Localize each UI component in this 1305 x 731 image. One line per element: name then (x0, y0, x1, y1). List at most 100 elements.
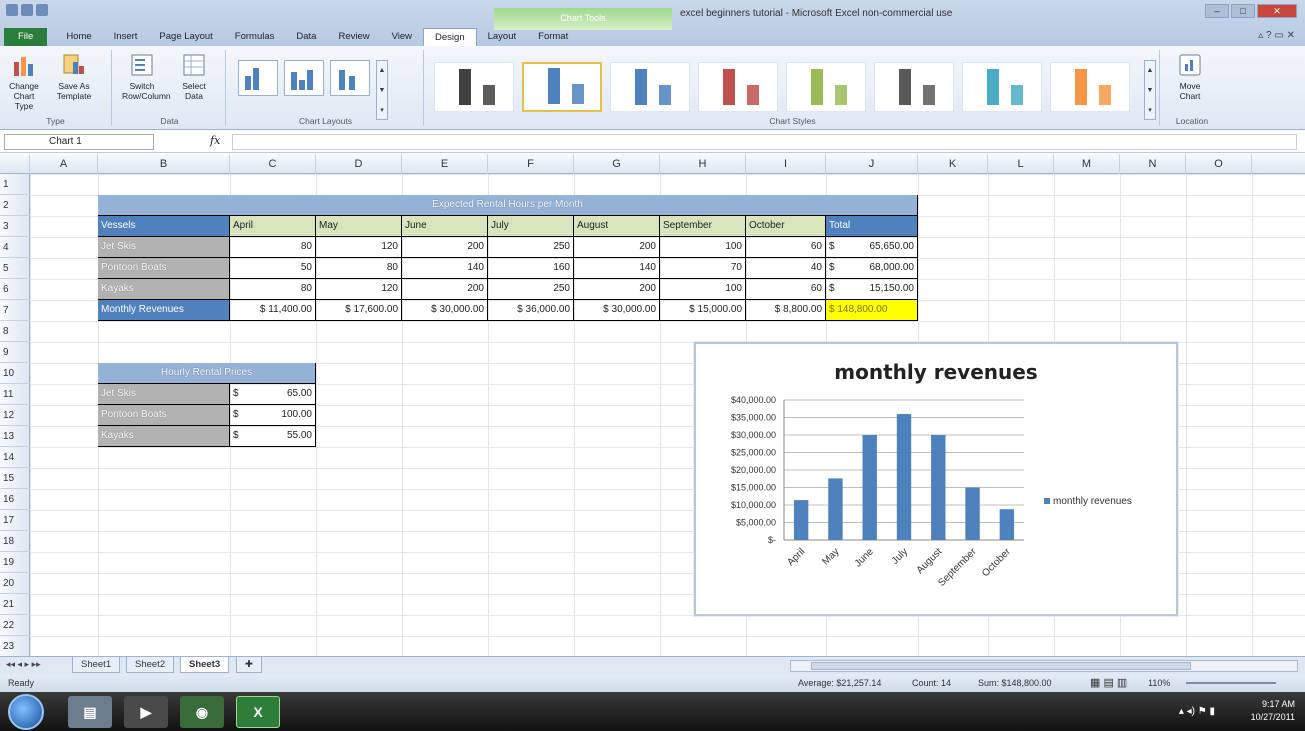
move-chart-button[interactable]: Move Chart (1170, 52, 1210, 101)
tab-home[interactable]: Home (55, 28, 102, 46)
system-tray[interactable]: ▴ ◂) ⚑ ▮ (1179, 706, 1215, 717)
tab-review[interactable]: Review (327, 28, 380, 46)
revenue-cell[interactable]: $ 36,000.00 (488, 300, 574, 321)
column-header-C[interactable]: C (230, 154, 316, 174)
explorer-icon[interactable]: ▤ (68, 696, 112, 728)
chart-style-option[interactable] (874, 62, 954, 112)
zoom-level[interactable]: 110% (1148, 678, 1170, 688)
tab-page-layout[interactable]: Page Layout (148, 28, 223, 46)
fx-icon[interactable]: fx (210, 134, 220, 147)
price-item-name[interactable]: Jet Skis (98, 384, 230, 405)
tab-data[interactable]: Data (285, 28, 327, 46)
hours-cell[interactable]: 100 (660, 279, 746, 300)
layout-option[interactable] (284, 60, 324, 96)
select-all-button[interactable] (0, 154, 30, 174)
hours-cell[interactable]: 70 (660, 258, 746, 279)
row-header-18[interactable]: 18 (0, 531, 30, 552)
hours-cell[interactable]: 40 (746, 258, 826, 279)
sheet-tab-1[interactable]: Sheet1 (72, 657, 121, 673)
styles-more-button[interactable]: ▲ ▼ ▾ (1144, 60, 1156, 120)
row-header-23[interactable]: 23 (0, 636, 30, 657)
row-header-22[interactable]: 22 (0, 615, 30, 636)
column-header-J[interactable]: J (826, 154, 918, 174)
chart-object[interactable]: $- $5,000.00 $10,000.00 $15,000.00 $20,000.0… (694, 342, 1178, 616)
row-header-3[interactable]: 3 (0, 216, 30, 237)
row-header-12[interactable]: 12 (0, 405, 30, 426)
tab-formulas[interactable]: Formulas (224, 28, 286, 46)
chart-style-option[interactable] (786, 62, 866, 112)
column-header-I[interactable]: I (746, 154, 826, 174)
revenue-cell[interactable]: $ 30,000.00 (402, 300, 488, 321)
hours-cell[interactable]: 200 (402, 279, 488, 300)
maximize-button[interactable]: □ (1231, 4, 1255, 18)
row-header-5[interactable]: 5 (0, 258, 30, 279)
help-icon[interactable]: ▵ ? ▭ ✕ (1258, 30, 1295, 41)
grand-total-cell[interactable]: $ 148,800.00 (826, 300, 918, 321)
table-title[interactable]: Expected Rental Hours per Month (98, 195, 918, 216)
total-cell[interactable]: $65,650.00 (826, 237, 918, 258)
tab-insert[interactable]: Insert (103, 28, 149, 46)
media-player-icon[interactable]: ▶ (124, 696, 168, 728)
row-header-1[interactable]: 1 (0, 174, 30, 195)
row-header-6[interactable]: 6 (0, 279, 30, 300)
row-header-20[interactable]: 20 (0, 573, 30, 594)
column-header-H[interactable]: H (660, 154, 746, 174)
price-cell[interactable]: $100.00 (230, 405, 316, 426)
row-header-19[interactable]: 19 (0, 552, 30, 573)
hours-cell[interactable]: 80 (230, 237, 316, 258)
revenue-cell[interactable]: $ 8,800.00 (746, 300, 826, 321)
hours-cell[interactable]: 120 (316, 279, 402, 300)
column-header-O[interactable]: O (1186, 154, 1252, 174)
vessel-name[interactable]: Jet Skis (98, 237, 230, 258)
vessel-name[interactable]: Kayaks (98, 279, 230, 300)
close-button[interactable]: ✕ (1257, 4, 1297, 18)
month-header[interactable]: October (746, 216, 826, 237)
layout-option[interactable] (330, 60, 370, 96)
row-header-9[interactable]: 9 (0, 342, 30, 363)
total-cell[interactable]: $15,150.00 (826, 279, 918, 300)
switch-row-column-button[interactable]: Switch Row/Column (122, 52, 171, 101)
column-header-E[interactable]: E (402, 154, 488, 174)
formula-input[interactable] (232, 134, 1297, 150)
chart-style-option[interactable] (610, 62, 690, 112)
sheet-tab-3[interactable]: Sheet3 (180, 657, 230, 673)
hours-cell[interactable]: 80 (230, 279, 316, 300)
price-table-title[interactable]: Hourly Rental Prices (98, 363, 316, 384)
change-chart-type-button[interactable]: Change Chart Type (4, 52, 44, 111)
zoom-slider[interactable] (1186, 682, 1276, 684)
layouts-more-button[interactable]: ▲ ▼ ▾ (376, 60, 388, 120)
hours-cell[interactable]: 60 (746, 279, 826, 300)
sheet-nav-arrows[interactable]: ◂◂ ◂ ▸ ▸▸ (6, 659, 41, 670)
vessel-name[interactable]: Pontoon Boats (98, 258, 230, 279)
month-header[interactable]: August (574, 216, 660, 237)
month-header[interactable]: May (316, 216, 402, 237)
tab-view[interactable]: View (381, 28, 423, 46)
sheet-tab-2[interactable]: Sheet2 (126, 657, 175, 673)
insert-sheet-icon[interactable]: ✚ (236, 657, 262, 673)
total-cell[interactable]: $68,000.00 (826, 258, 918, 279)
price-item-name[interactable]: Pontoon Boats (98, 405, 230, 426)
chrome-icon[interactable]: ◉ (180, 696, 224, 728)
hours-cell[interactable]: 100 (660, 237, 746, 258)
row-header-10[interactable]: 10 (0, 363, 30, 384)
view-buttons[interactable]: ▦ ▤ ▥ (1090, 676, 1127, 689)
row-header-8[interactable]: 8 (0, 321, 30, 342)
hours-cell[interactable]: 80 (316, 258, 402, 279)
revenue-cell[interactable]: $ 30,000.00 (574, 300, 660, 321)
column-header-A[interactable]: A (30, 154, 98, 174)
column-header-L[interactable]: L (988, 154, 1054, 174)
row-header-21[interactable]: 21 (0, 594, 30, 615)
row-header-11[interactable]: 11 (0, 384, 30, 405)
revenue-cell[interactable]: $ 11,400.00 (230, 300, 316, 321)
tab-design[interactable]: Design (423, 28, 477, 46)
hours-cell[interactable]: 120 (316, 237, 402, 258)
undo-icon[interactable] (36, 4, 48, 16)
chart-legend[interactable]: monthly revenues (1044, 496, 1132, 507)
month-header[interactable]: April (230, 216, 316, 237)
row-header-15[interactable]: 15 (0, 468, 30, 489)
total-header[interactable]: Total (826, 216, 918, 237)
save-as-template-button[interactable]: Save As Template (54, 52, 94, 101)
revenue-cell[interactable]: $ 17,600.00 (316, 300, 402, 321)
minimize-button[interactable]: – (1205, 4, 1229, 18)
column-header-D[interactable]: D (316, 154, 402, 174)
